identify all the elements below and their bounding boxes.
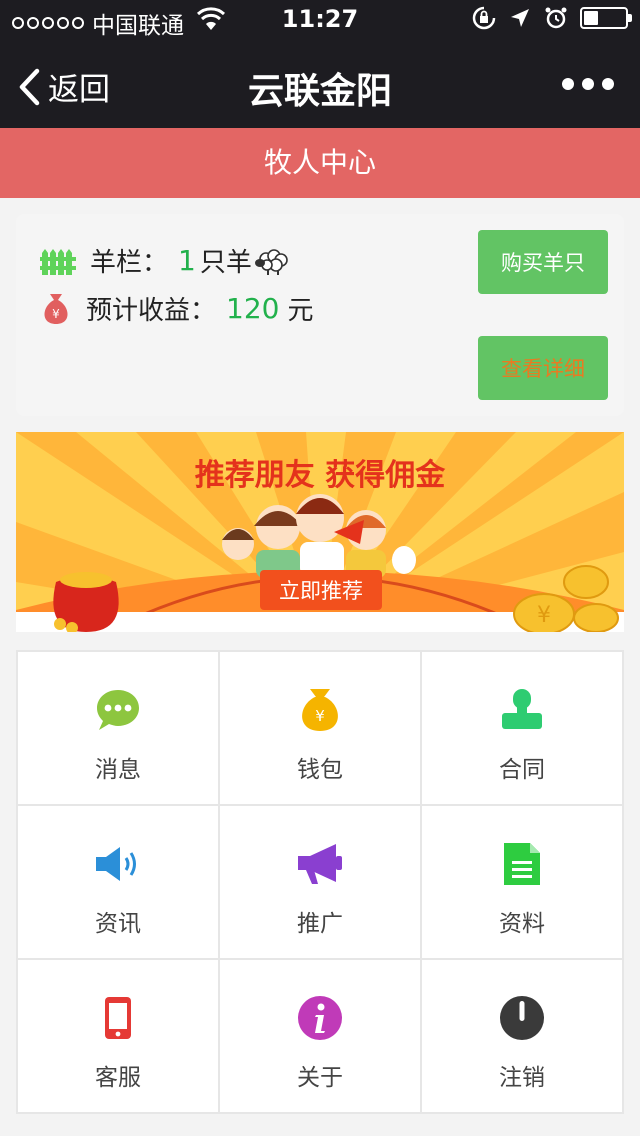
grid-item-customer-service[interactable]: 客服 — [18, 960, 220, 1114]
sheep-icon — [254, 248, 288, 275]
grid-item-wallet[interactable]: ¥ 钱包 — [220, 652, 422, 806]
svg-text:¥: ¥ — [537, 603, 551, 628]
rotation-lock-icon — [472, 6, 496, 30]
grid-label: 钱包 — [297, 757, 343, 783]
referral-banner[interactable]: ¥ 推荐朋友 获得佣金 立即推荐 — [16, 432, 624, 632]
battery-level — [584, 11, 598, 25]
battery-icon — [580, 7, 632, 29]
grid-item-messages[interactable]: 消息 — [18, 652, 220, 806]
grid-item-contract[interactable]: 合同 — [422, 652, 624, 806]
recommend-now-button[interactable]: 立即推荐 — [260, 570, 382, 610]
speaker-icon — [94, 840, 142, 888]
section-header: 牧人中心 — [0, 128, 640, 198]
wallet-icon: ¥ — [296, 686, 344, 734]
grid-label: 消息 — [95, 757, 141, 783]
income-label: 预计收益： — [86, 296, 217, 326]
status-bar: 中国联通 11:27 — [0, 0, 640, 40]
sheep-count: 1 — [178, 244, 196, 277]
banner-headline: 推荐朋友 获得佣金 — [194, 458, 446, 493]
grid-label: 资料 — [499, 911, 545, 937]
chevron-left-icon — [19, 68, 40, 105]
navigation-bar: 返回 云联金阳 — [0, 40, 640, 128]
money-bag-icon: ¥ — [44, 293, 68, 324]
phone-icon — [94, 994, 142, 1042]
grid-label: 推广 — [297, 911, 343, 937]
grid-label: 资讯 — [95, 911, 141, 937]
contract-person-icon — [498, 686, 546, 734]
svg-text:¥: ¥ — [52, 307, 60, 321]
grid-item-about[interactable]: 关于 — [220, 960, 422, 1114]
grid-label: 关于 — [297, 1065, 343, 1091]
view-detail-button[interactable]: 查看详细 — [478, 336, 608, 400]
grid-label: 客服 — [95, 1065, 141, 1091]
alarm-icon — [545, 7, 567, 29]
grid-item-promotion[interactable]: 推广 — [220, 806, 422, 960]
grid-item-news[interactable]: 资讯 — [18, 806, 220, 960]
buy-sheep-button[interactable]: 购买羊只 — [478, 230, 608, 294]
megaphone-icon — [296, 840, 344, 888]
sheep-unit: 只羊 — [199, 248, 252, 278]
top-bar: 中国联通 11:27 返回 云联金阳 — [0, 0, 640, 128]
sheep-pen-row: 羊栏： 1 只羊 — [40, 242, 292, 279]
grid-label: 注销 — [499, 1065, 545, 1091]
grid-item-documents[interactable]: 资料 — [422, 806, 624, 960]
income-value: 120 — [226, 292, 280, 325]
back-label: 返回 — [48, 72, 110, 108]
location-arrow-icon — [511, 9, 529, 27]
function-grid: 消息 ¥ 钱包 合同 资讯 推广 资料 客服 关于 注销 — [16, 650, 624, 1114]
grid-label: 合同 — [499, 757, 545, 783]
power-icon — [498, 994, 546, 1042]
fence-icon — [40, 248, 76, 275]
chat-icon — [94, 686, 142, 734]
status-icons — [472, 6, 632, 30]
back-button[interactable]: 返回 — [18, 64, 110, 109]
income-unit: 元 — [287, 296, 314, 326]
document-icon — [498, 840, 546, 888]
income-row: ¥ 预计收益： 120 元 — [40, 290, 313, 327]
more-menu-button[interactable] — [562, 78, 614, 90]
shepherd-card: 羊栏： 1 只羊 ¥ 预计收益： 120 元 购买羊只 查看详细 — [16, 214, 624, 416]
pen-label: 羊栏： — [90, 248, 169, 278]
svg-text:¥: ¥ — [315, 707, 325, 725]
info-icon — [296, 994, 344, 1042]
grid-item-logout[interactable]: 注销 — [422, 960, 624, 1114]
